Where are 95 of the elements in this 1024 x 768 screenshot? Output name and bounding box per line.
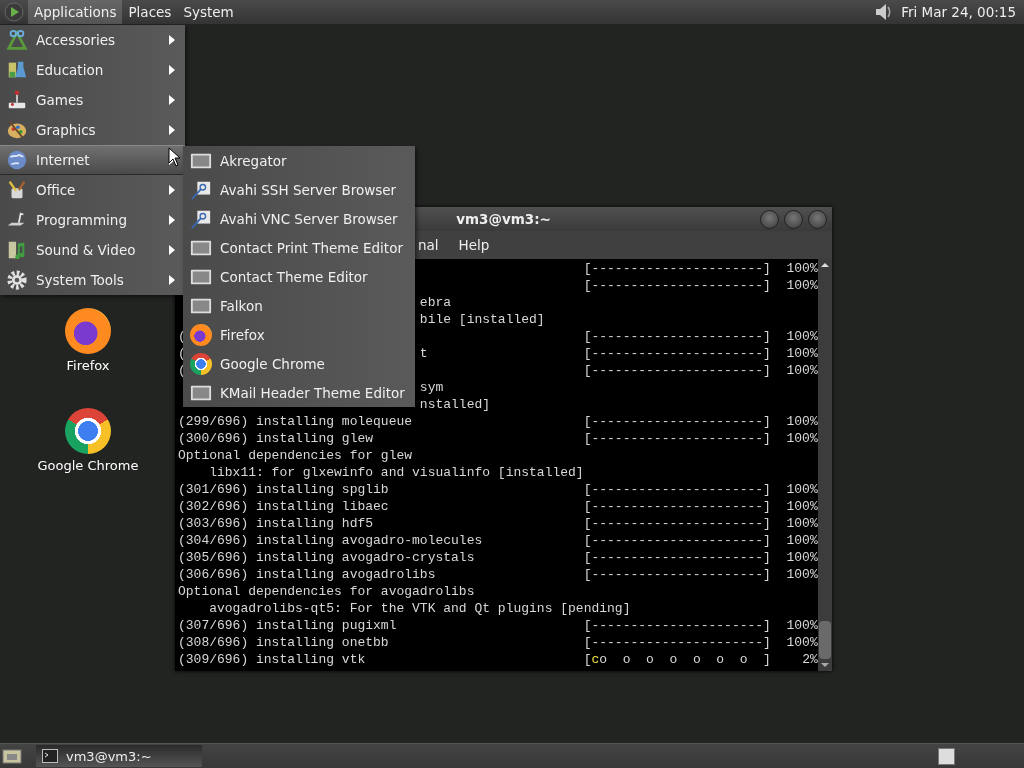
terminal-text: (303/696) installing hdf5 (178, 515, 374, 532)
terminal-text: libx11: for glxewinfo and visualinfo [installed] (208, 464, 584, 481)
show-desktop-icon[interactable] (2, 747, 22, 765)
progress-text: [----------------------] 100% (583, 566, 818, 583)
terminal-text: (299/696) installing molequeue (178, 413, 413, 430)
progress-text: [----------------------] 100% (583, 430, 818, 447)
menu-item[interactable]: Graphics (0, 115, 185, 145)
firefox-icon[interactable] (65, 308, 111, 354)
terminal-text: (305/696) installing avogadro-crystals (178, 549, 475, 566)
menu-item[interactable]: Contact Theme Editor (183, 262, 415, 291)
progress-text: [----------------------] 100% (583, 413, 818, 430)
terminal-text: ( (178, 329, 186, 344)
terminal-icon (42, 749, 58, 763)
terminal-text: nstalled] (419, 396, 491, 413)
progress-text: [----------------------] 100% (583, 532, 818, 549)
menu-item[interactable]: Help (458, 237, 490, 253)
submenu-arrow-icon (169, 125, 175, 135)
terminal-text: bile [installed] (419, 311, 545, 328)
panel-menu[interactable]: Applications (28, 0, 123, 24)
taskbar-button[interactable]: vm3@vm3:~ (36, 745, 202, 767)
terminal-text: sym (419, 379, 444, 396)
globe-icon (6, 149, 28, 171)
pointer-icon (168, 147, 182, 167)
menu-item[interactable]: Avahi VNC Server Browser (183, 204, 415, 233)
submenu-arrow-icon (169, 275, 175, 285)
terminal-text: (306/696) installing avogadrolibs (178, 566, 436, 583)
menu-item[interactable]: Education (0, 55, 185, 85)
window-title: vm3@vm3:~ (456, 211, 551, 227)
terminal-text: (302/696) installing libaec (178, 498, 389, 515)
terminal-text: ( (178, 346, 186, 361)
submenu-arrow-icon (169, 215, 175, 225)
terminal-text: (308/696) installing onetbb (178, 634, 389, 651)
progress-text: [----------------------] 100% (583, 328, 818, 345)
paint-pot-icon (6, 179, 28, 201)
submenu-arrow-icon (169, 35, 175, 45)
scissors-icon (6, 29, 28, 51)
terminal-text: (307/696) installing pugixml (178, 617, 397, 634)
menu-item[interactable]: Google Chrome (183, 349, 415, 378)
progress-text: [----------------------] 100% (583, 362, 818, 379)
joystick-icon (6, 89, 28, 111)
submenu-arrow-icon (169, 65, 175, 75)
menu-item[interactable]: Falkon (183, 291, 415, 320)
menu-item[interactable]: Games (0, 85, 185, 115)
terminal-text: ebra (419, 294, 452, 311)
progress-text: [----------------------] 100% (583, 549, 818, 566)
menu-item[interactable]: Internet (0, 145, 185, 175)
panel-menu[interactable]: System (177, 0, 240, 24)
play-logo-icon[interactable] (4, 2, 24, 22)
terminal-text: (309/696) installing vtk (178, 651, 366, 668)
firefox-icon (190, 323, 212, 346)
chrome-icon[interactable] (65, 408, 111, 454)
terminal-text: ( (178, 363, 186, 378)
scroll-thumb[interactable] (819, 621, 831, 659)
clock[interactable]: Fri Mar 24, 00:15 (901, 4, 1016, 20)
terminal-text: avogadrolibs-qt5: For the VTK and Qt plugins [pending] (208, 600, 631, 617)
progress-text: [co o o o o o o ] 2% (583, 651, 818, 668)
terminal-text: (301/696) installing spglib (178, 481, 389, 498)
submenu-arrow-icon (169, 185, 175, 195)
terminal-text: Optional dependencies for glew (178, 447, 413, 464)
maximize-button[interactable] (784, 209, 803, 229)
progress-text: [----------------------] 100% (583, 260, 818, 277)
progress-text: [----------------------] 100% (583, 498, 818, 515)
menu-item[interactable]: Programming (0, 205, 185, 235)
menu-item[interactable]: System Tools (0, 265, 185, 295)
palette-icon (6, 119, 28, 141)
progress-text: [----------------------] 100% (583, 515, 818, 532)
desktop-icon-label[interactable]: Firefox (66, 358, 110, 373)
submenu-arrow-icon (169, 95, 175, 105)
menu-item[interactable]: nal (418, 237, 439, 253)
progress-text: [----------------------] 100% (583, 345, 818, 362)
menu-item[interactable]: KMail Header Theme Editor (183, 378, 415, 407)
progress-text: [----------------------] 100% (583, 277, 818, 294)
gear-icon (6, 269, 28, 291)
scrollbar[interactable] (818, 259, 832, 671)
menu-item[interactable]: Office (0, 175, 185, 205)
progress-text: [----------------------] 100% (583, 481, 818, 498)
terminal-text: (300/696) installing glew (178, 430, 374, 447)
menu-item[interactable]: Avahi SSH Server Browser (183, 175, 415, 204)
terminal-text: t (419, 345, 428, 362)
chrome-icon (190, 352, 212, 375)
menu-item[interactable]: Sound & Video (0, 235, 185, 265)
menu-item[interactable]: Accessories (0, 25, 185, 55)
desktop-icon-label[interactable]: Google Chrome (37, 458, 139, 473)
progress-text: [----------------------] 100% (583, 634, 818, 651)
panel-menu[interactable]: Places (122, 0, 178, 24)
progress-text: [----------------------] 100% (583, 617, 818, 634)
close-button[interactable] (808, 209, 827, 229)
menu-item[interactable]: Akregator (183, 146, 415, 175)
workspace-icon[interactable] (938, 747, 955, 765)
menu-item[interactable]: Contact Print Theme Editor (183, 233, 415, 262)
terminal-text: Optional dependencies for avogadrolibs (178, 583, 475, 600)
submenu-arrow-icon (169, 245, 175, 255)
menu-item[interactable]: Firefox (183, 320, 415, 349)
minimize-button[interactable] (760, 209, 779, 229)
terminal-text: (304/696) installing avogadro-molecules (178, 532, 483, 549)
